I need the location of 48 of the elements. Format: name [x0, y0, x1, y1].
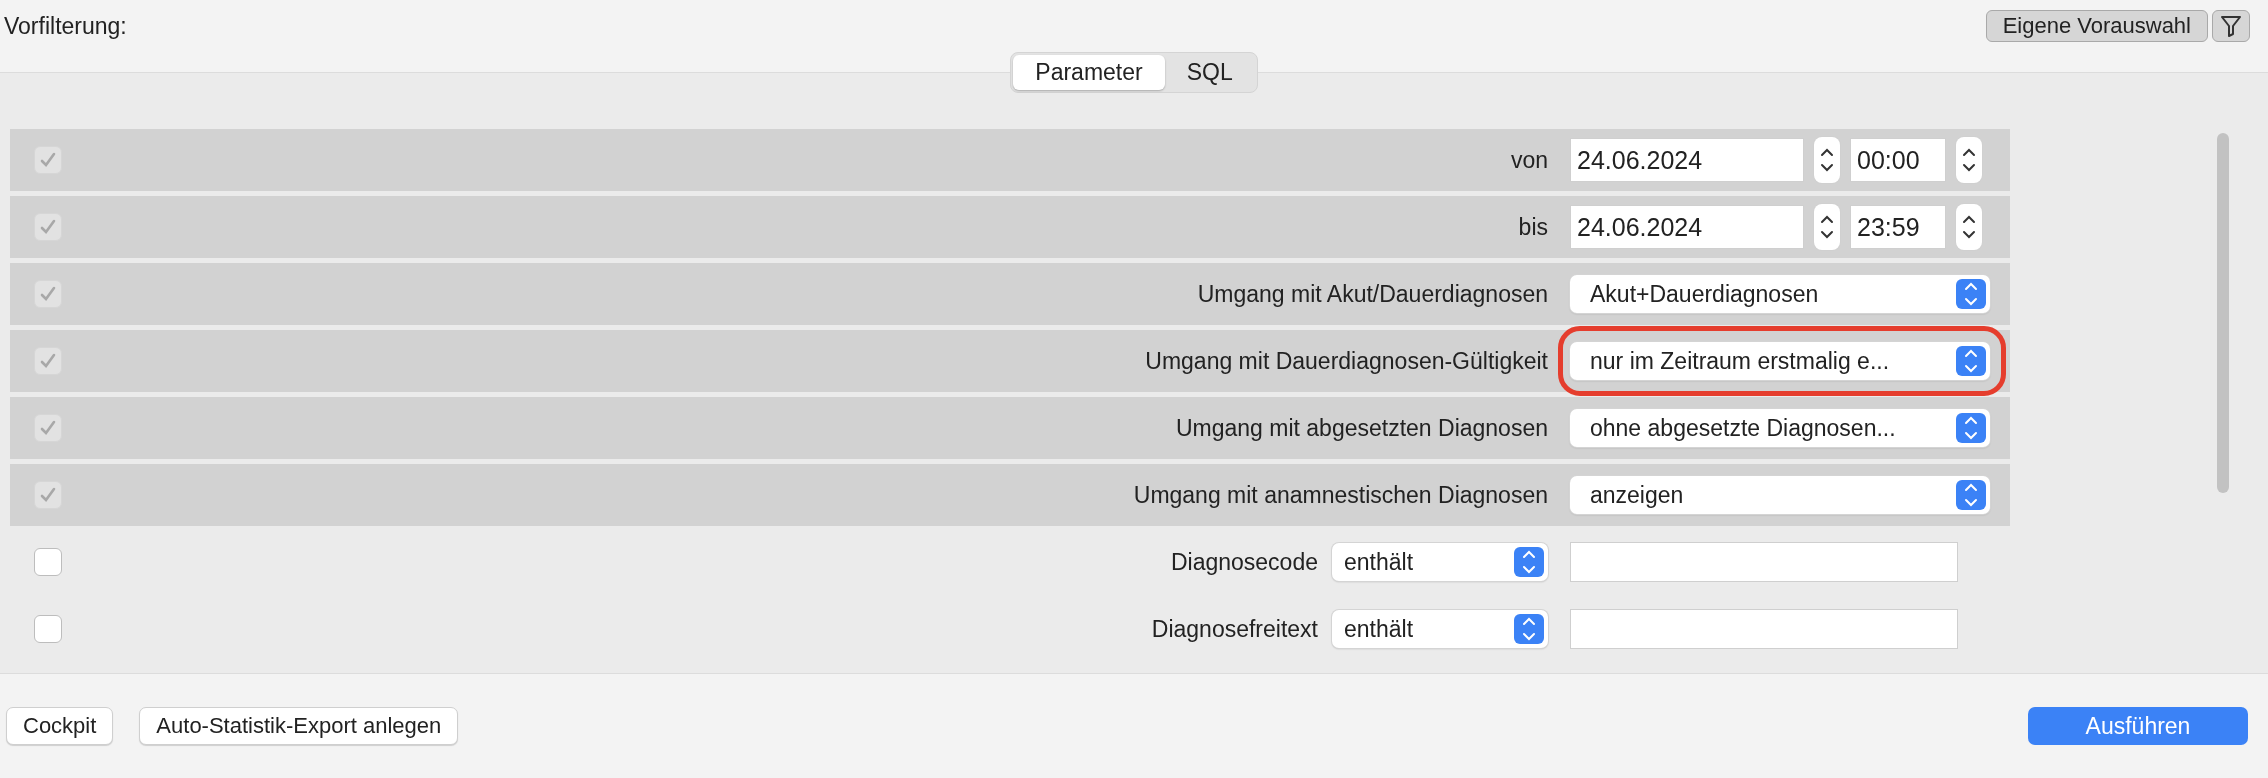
date-field[interactable]: 24.06.2024 [1570, 138, 1804, 182]
tab[interactable]: Parameter [1013, 55, 1165, 90]
field-label: Umgang mit abgesetzten Diagnosen [1175, 414, 1548, 442]
date-stepper[interactable] [1814, 204, 1840, 250]
checkbox[interactable] [34, 414, 62, 442]
checkmark-icon [39, 352, 57, 370]
text-input[interactable] [1570, 609, 1958, 649]
checkbox[interactable] [34, 481, 62, 509]
field-label: Diagnosecode [1170, 548, 1318, 576]
checkmark-icon [39, 151, 57, 169]
funnel-icon [2221, 15, 2241, 37]
time-stepper[interactable] [1956, 137, 1982, 183]
checkmark-icon [39, 486, 57, 504]
time-field[interactable]: 23:59 [1850, 205, 1946, 249]
operator-dropdown[interactable]: enthält [1332, 610, 1548, 648]
dropdown[interactable]: nur im Zeitraum erstmalig e... [1570, 342, 1990, 380]
checkmark-icon [39, 218, 57, 236]
dropdown[interactable]: Akut+Dauerdiagnosen [1570, 275, 1990, 313]
time-stepper[interactable] [1956, 204, 1982, 250]
checkbox[interactable] [34, 347, 62, 375]
dropdown[interactable]: ohne abgesetzte Diagnosen... [1570, 409, 1990, 447]
field-label: von [1510, 146, 1548, 174]
footer-button[interactable]: Cockpit [6, 707, 114, 745]
footer-button[interactable]: Auto-Statistik-Export anlegen [139, 707, 459, 745]
checkbox[interactable] [34, 615, 62, 643]
filter-button[interactable] [2212, 10, 2250, 42]
field-label: Umgang mit anamnestischen Diagnosen [1133, 481, 1548, 509]
text-input[interactable] [1570, 542, 1958, 582]
section-title: Vorfilterung: [4, 12, 127, 40]
field-label: Umgang mit Dauerdiagnosen-Gültigkeit [1145, 347, 1548, 375]
checkbox[interactable] [34, 280, 62, 308]
run-button[interactable]: Ausführen [2028, 707, 2248, 745]
checkmark-icon [39, 419, 57, 437]
date-stepper[interactable] [1814, 137, 1840, 183]
time-field[interactable]: 00:00 [1850, 138, 1946, 182]
checkbox[interactable] [34, 213, 62, 241]
field-label: Diagnosefreitext [1151, 615, 1318, 643]
field-label: bis [1518, 213, 1548, 241]
operator-dropdown[interactable]: enthält [1332, 543, 1548, 581]
dropdown[interactable]: anzeigen [1570, 476, 1990, 514]
preset-button[interactable]: Eigene Vorauswahl [1985, 10, 2208, 42]
checkbox[interactable] [34, 146, 62, 174]
checkbox[interactable] [34, 548, 62, 576]
checkmark-icon [39, 285, 57, 303]
date-field[interactable]: 24.06.2024 [1570, 205, 1804, 249]
tab[interactable]: SQL [1164, 55, 1255, 90]
scrollbar-thumb[interactable] [2217, 133, 2229, 493]
field-label: Umgang mit Akut/Dauerdiagnosen [1197, 280, 1548, 308]
